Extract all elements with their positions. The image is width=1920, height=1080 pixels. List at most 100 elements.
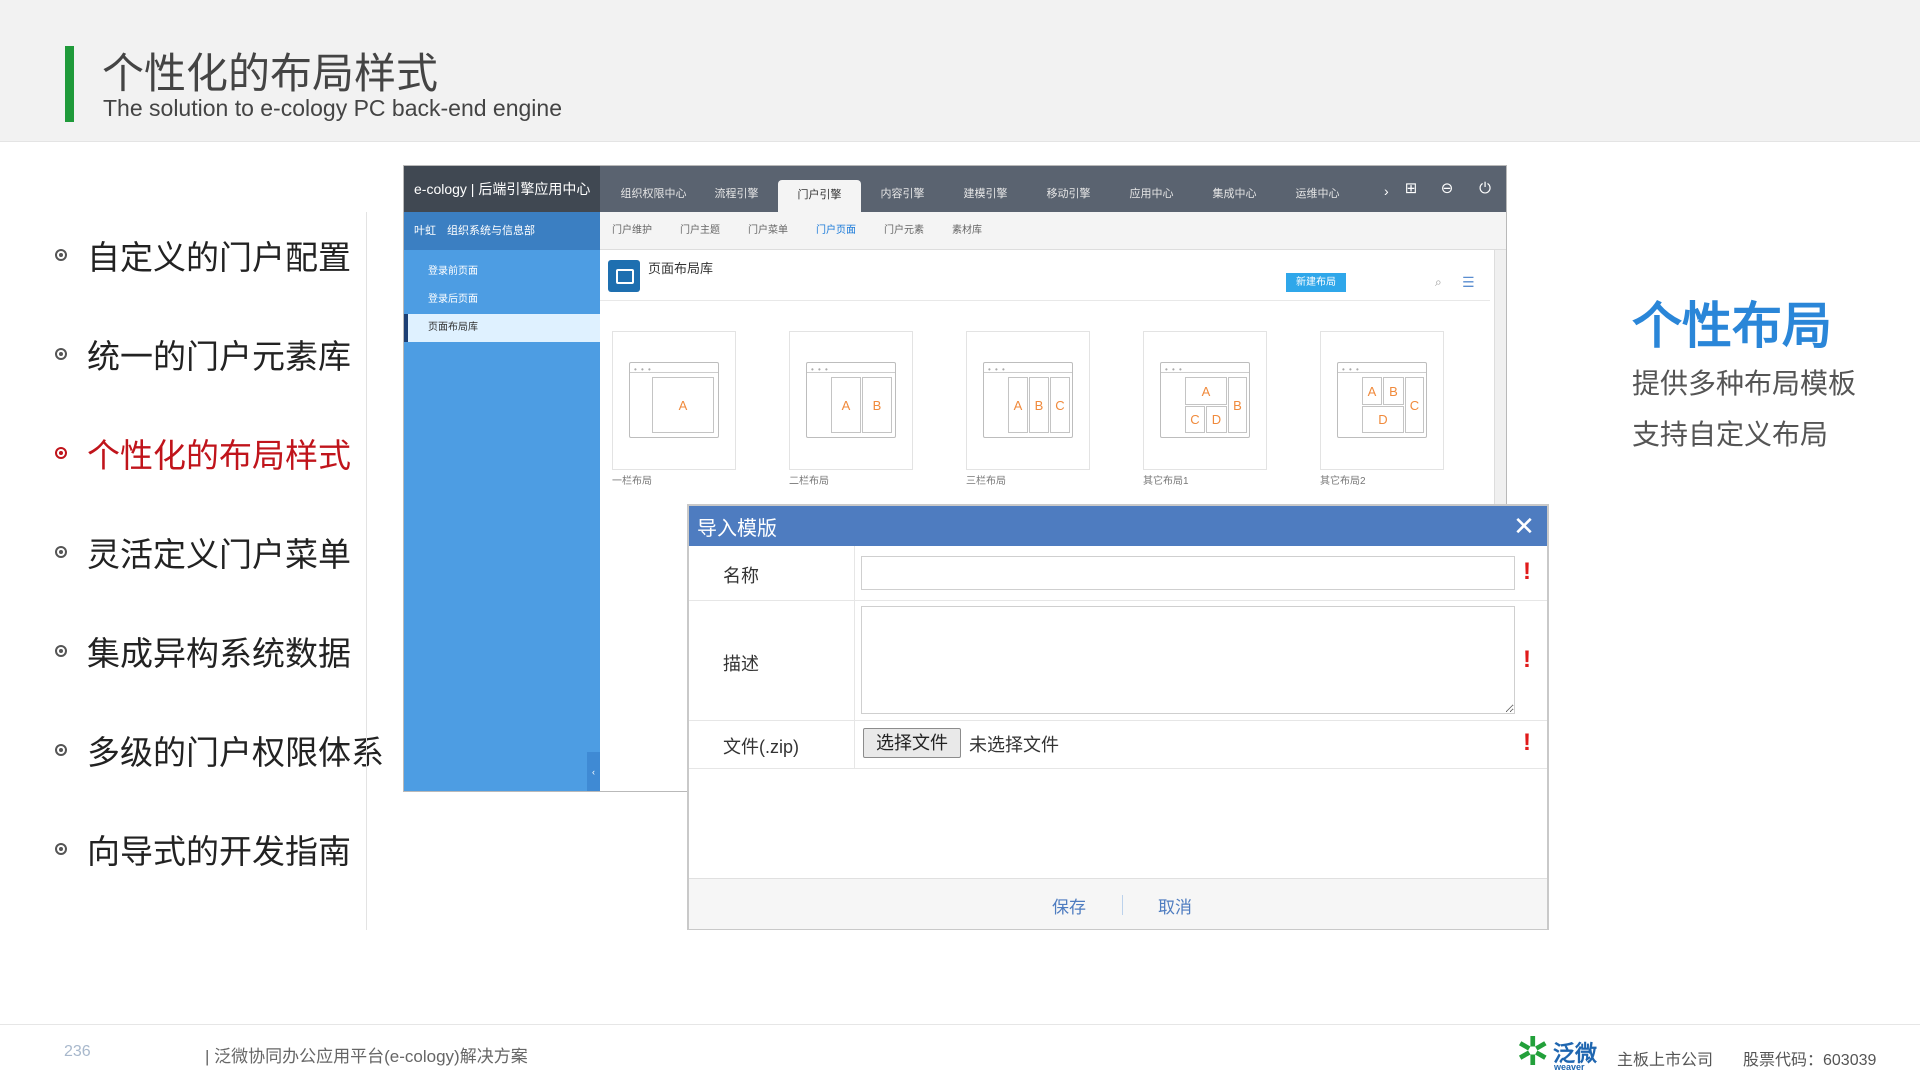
sub-tab[interactable]: 门户菜单 — [748, 212, 816, 249]
section-header: 页面布局库 新建布局 ⌕ ☰ — [600, 250, 1490, 301]
name-label: 名称 — [723, 566, 759, 586]
form-row-description: 描述 ! — [689, 600, 1547, 721]
sub-tab[interactable]: 门户元素 — [884, 212, 952, 249]
layout-card-one-column[interactable]: • • • A — [612, 331, 736, 470]
layout-name: 三栏布局 — [966, 476, 1006, 487]
footer-divider — [0, 1024, 1920, 1025]
feature-label: 多级的门户权限体系 — [87, 734, 384, 771]
description-label: 描述 — [723, 654, 759, 674]
top-tab[interactable]: 建模引擎 — [944, 166, 1027, 212]
feature-label: 个性化的布局样式 — [87, 437, 351, 474]
layout-pane: B — [1383, 377, 1404, 405]
sub-tab[interactable]: 门户主题 — [680, 212, 748, 249]
layout-pane: A — [1185, 377, 1227, 405]
feature-item: 统一的门户元素库 — [55, 324, 351, 384]
layout-preview: • • • A B D C — [1337, 362, 1427, 438]
top-tab[interactable]: 应用中心 — [1110, 166, 1193, 212]
feature-label: 集成异构系统数据 — [87, 635, 351, 672]
bullet-icon — [55, 744, 67, 756]
top-tab-active[interactable]: 门户引擎 — [778, 180, 861, 212]
window-icon — [608, 260, 640, 292]
layout-name: 其它布局2 — [1320, 476, 1366, 487]
save-button[interactable]: 保存 — [1052, 893, 1086, 918]
top-tab[interactable]: 集成中心 — [1193, 166, 1276, 212]
logo-sub: weaver — [1554, 1062, 1585, 1072]
list-divider — [366, 212, 367, 930]
feature-label: 灵活定义门户菜单 — [87, 536, 351, 573]
top-tab[interactable]: 流程引擎 — [695, 166, 778, 212]
layout-pane: A — [652, 377, 714, 433]
layout-pane: A — [831, 377, 861, 433]
weaver-logo: ✲ 泛微 weaver — [1516, 1030, 1600, 1074]
layout-preview: • • • A B — [806, 362, 896, 438]
layout-pane: A — [1008, 377, 1028, 433]
app-sidebar: 叶虹 组织系统与信息部 登录前页面 登录后页面 页面布局库 ‹ — [404, 212, 600, 791]
page-title: 个性化的布局样式 — [102, 50, 439, 97]
sub-tabs: 门户维护 门户主题 门户菜单 门户页面 门户元素 素材库 — [600, 212, 1506, 250]
sub-tab-active[interactable]: 门户页面 — [816, 212, 884, 249]
footer-text: | 泛微协同办公应用平台(e-cology)解决方案 — [205, 1047, 528, 1066]
layout-card-other-1[interactable]: • • • A C D B — [1143, 331, 1267, 470]
page-subtitle: The solution to e-cology PC back-end eng… — [103, 95, 563, 121]
form-row-name: 名称 ! — [689, 546, 1547, 601]
sidebar-item-login-after[interactable]: 登录后页面 — [404, 286, 600, 314]
layout-name: 其它布局1 — [1143, 476, 1189, 487]
file-label: 文件(.zip) — [723, 737, 799, 757]
feature-label: 统一的门户元素库 — [87, 338, 351, 375]
more-icon[interactable]: ⊖ — [1438, 180, 1456, 198]
new-layout-button[interactable]: 新建布局 — [1286, 273, 1346, 292]
top-tab[interactable]: 移动引擎 — [1027, 166, 1110, 212]
feature-item: 自定义的门户配置 — [55, 225, 351, 285]
layout-pane: A — [1362, 377, 1382, 405]
feature-item: 灵活定义门户菜单 — [55, 522, 351, 582]
layout-card-three-column[interactable]: • • • A B C — [966, 331, 1090, 470]
layout-card-two-column[interactable]: • • • A B — [789, 331, 913, 470]
sidebar-item-login-before[interactable]: 登录前页面 — [404, 258, 600, 286]
sub-tab[interactable]: 门户维护 — [612, 212, 680, 249]
power-icon[interactable]: ⏻ — [1476, 180, 1494, 198]
page-number: 236 — [64, 1043, 91, 1060]
layout-pane: B — [1029, 377, 1049, 433]
top-tab[interactable]: 内容引擎 — [861, 166, 944, 212]
name-input[interactable] — [861, 556, 1515, 590]
sub-tab[interactable]: 素材库 — [952, 212, 1020, 249]
sidebar-item-layout-library[interactable]: 页面布局库 — [404, 314, 600, 342]
layout-preview: • • • A B C — [983, 362, 1073, 438]
file-status: 未选择文件 — [969, 735, 1059, 755]
bullet-icon — [55, 843, 67, 855]
bullet-icon — [55, 447, 67, 459]
layout-pane: D — [1206, 406, 1227, 433]
layout-name: 二栏布局 — [789, 476, 829, 487]
layout-pane: C — [1405, 377, 1424, 433]
sidebar-user: 叶虹 组织系统与信息部 — [404, 212, 600, 250]
feature-item: 多级的门户权限体系 — [55, 720, 384, 780]
app-brand: e-cology | 后端引擎应用中心 — [404, 166, 600, 212]
layout-pane: D — [1362, 406, 1404, 433]
layout-card-other-2[interactable]: • • • A B D C — [1320, 331, 1444, 470]
bullet-icon — [55, 249, 67, 261]
side-heading: 个性布局 — [1632, 298, 1832, 354]
choose-file-button[interactable]: 选择文件 — [863, 728, 961, 758]
list-icon[interactable]: ☰ — [1462, 275, 1477, 290]
search-icon[interactable]: ⌕ — [1435, 276, 1448, 289]
cancel-button[interactable]: 取消 — [1158, 893, 1192, 918]
grid-icon[interactable]: ⊞ — [1402, 180, 1420, 198]
title-accent-bar — [65, 46, 74, 122]
section-title: 页面布局库 — [648, 261, 714, 276]
logo-mark-icon: ✲ — [1516, 1030, 1550, 1074]
description-textarea[interactable] — [861, 606, 1515, 714]
side-line: 提供多种布局模板 — [1632, 368, 1857, 399]
top-tab[interactable]: 运维中心 — [1276, 166, 1359, 212]
top-tab[interactable]: 组织权限中心 — [612, 166, 695, 212]
dialog-title: 导入模版 — [697, 518, 777, 540]
feature-item-active: 个性化的布局样式 — [55, 423, 351, 483]
bullet-icon — [55, 645, 67, 657]
feature-label: 向导式的开发指南 — [87, 833, 351, 870]
form-row-file: 文件(.zip) 选择文件 未选择文件 ! — [689, 720, 1547, 769]
collapse-icon[interactable]: ‹ — [587, 752, 600, 791]
required-icon: ! — [1523, 729, 1531, 756]
chevron-right-icon[interactable]: › — [1384, 166, 1389, 216]
close-icon[interactable]: ✕ — [1509, 511, 1539, 541]
side-line: 支持自定义布局 — [1632, 419, 1829, 450]
bullet-icon — [55, 546, 67, 558]
